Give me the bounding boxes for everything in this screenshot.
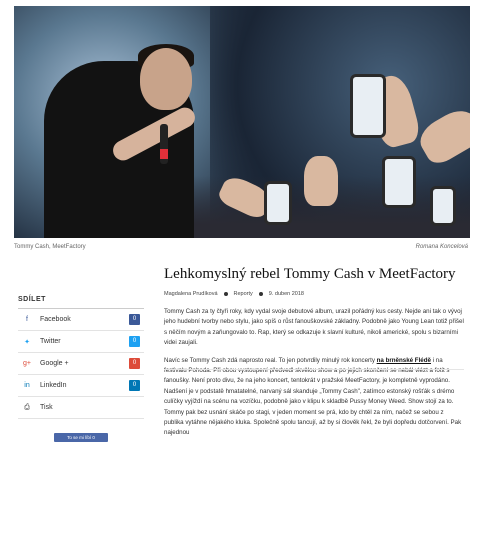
share-item-label: Facebook bbox=[40, 316, 71, 323]
share-item-google[interactable]: g+ Google + 0 bbox=[18, 353, 144, 375]
divider bbox=[164, 369, 464, 370]
twitter-icon: ✦ bbox=[24, 338, 30, 346]
article: Lehkomyslný rebel Tommy Cash v MeetFacto… bbox=[164, 266, 464, 446]
share-panel: SDÍLET f Facebook 0 ✦ Twitter 0 g+ Google + 0 in L… bbox=[18, 296, 144, 442]
article-author[interactable]: Magdalena Prudíková bbox=[164, 291, 218, 297]
share-item-facebook[interactable]: f Facebook 0 bbox=[18, 309, 144, 331]
separator-dot bbox=[223, 292, 228, 296]
like-button[interactable]: To se mi líbí 0 bbox=[54, 433, 108, 442]
article-title: Lehkomyslný rebel Tommy Cash v MeetFacto… bbox=[164, 266, 456, 282]
share-item-label: Tisk bbox=[40, 404, 53, 411]
hero-photo bbox=[14, 6, 470, 238]
facebook-icon: f bbox=[26, 316, 28, 323]
separator-dot bbox=[258, 292, 263, 296]
fan-hand bbox=[304, 156, 338, 206]
google-plus-icon: g+ bbox=[23, 360, 31, 367]
article-date: 9. duben 2018 bbox=[268, 291, 304, 297]
photo-credit: Romana Koncelová bbox=[415, 244, 468, 250]
share-item-label: LinkedIn bbox=[40, 382, 67, 389]
share-count-badge: 0 bbox=[129, 358, 140, 369]
fan-phone bbox=[382, 156, 416, 208]
linkedin-icon: in bbox=[24, 382, 30, 389]
share-count-badge: 0 bbox=[129, 380, 140, 391]
share-item-tisk[interactable]: ⎙ Tisk bbox=[18, 397, 144, 419]
microphone-band bbox=[160, 149, 168, 159]
article-meta: Magdalena Prudíková Reporty 9. duben 201… bbox=[164, 291, 464, 297]
share-item-linkedin[interactable]: in LinkedIn 0 bbox=[18, 375, 144, 397]
print-icon: ⎙ bbox=[24, 403, 30, 411]
share-item-label: Google + bbox=[40, 360, 69, 367]
flede-link[interactable]: na brněnské Flédě bbox=[377, 357, 431, 364]
share-count-badge: 0 bbox=[129, 314, 140, 325]
paragraph-text: Navíc se Tommy Cash zdá naprosto real. T… bbox=[164, 356, 377, 364]
share-count-badge: 0 bbox=[129, 336, 140, 347]
fan-phone bbox=[350, 74, 386, 138]
fan-phone bbox=[264, 181, 292, 225]
article-category[interactable]: Reporty bbox=[234, 291, 253, 297]
article-paragraph: Tommy Cash za ty čtyři roky, kdy vydal s… bbox=[164, 308, 464, 347]
photo-caption: Tommy Cash, MeetFactory bbox=[14, 244, 86, 250]
share-item-label: Twitter bbox=[40, 338, 61, 345]
share-list: f Facebook 0 ✦ Twitter 0 g+ Google + 0 in LinkedIn… bbox=[18, 309, 144, 419]
fan-phone bbox=[430, 186, 456, 226]
share-title: SDÍLET bbox=[18, 296, 144, 309]
performer-head bbox=[140, 48, 192, 110]
share-item-twitter[interactable]: ✦ Twitter 0 bbox=[18, 331, 144, 353]
